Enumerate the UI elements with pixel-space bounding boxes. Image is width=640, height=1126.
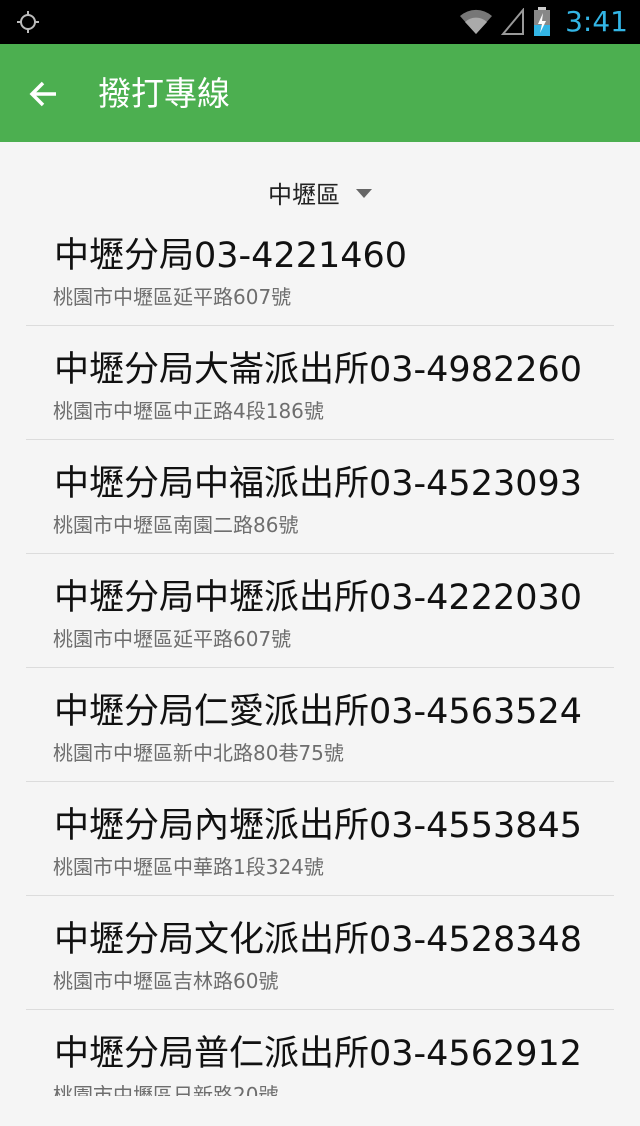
wifi-icon bbox=[460, 9, 493, 35]
station-address: 桃園市中壢區新中北路80巷75號 bbox=[53, 741, 344, 765]
list-item[interactable]: 中壢分局中福派出所03-4523093 桃園市中壢區南園二路86號 bbox=[26, 440, 614, 554]
list-item[interactable]: 中壢分局文化派出所03-4528348 桃園市中壢區吉林路60號 bbox=[26, 896, 614, 1010]
page-title: 撥打專線 bbox=[98, 74, 230, 113]
station-title: 中壢分局普仁派出所03-4562912 bbox=[54, 1034, 583, 1074]
station-title: 中壢分局仁愛派出所03-4563524 bbox=[54, 692, 583, 732]
station-address: 桃園市中壢區延平路607號 bbox=[53, 627, 292, 651]
station-title: 中壢分局03-4221460 bbox=[54, 236, 408, 276]
list-item[interactable]: 中壢分局內壢派出所03-4553845 桃園市中壢區中華路1段324號 bbox=[26, 782, 614, 896]
list-item[interactable]: 中壢分局仁愛派出所03-4563524 桃園市中壢區新中北路80巷75號 bbox=[26, 668, 614, 782]
station-title: 中壢分局中壢派出所03-4222030 bbox=[54, 578, 583, 618]
list-item[interactable]: 中壢分局03-4221460 桃園市中壢區延平路607號 bbox=[26, 212, 614, 326]
station-address: 桃園市中壢區延平路607號 bbox=[53, 285, 292, 309]
arrow-back-icon[interactable] bbox=[28, 78, 60, 110]
list-item[interactable]: 中壢分局普仁派出所03-4562912 桃園市中壢區日新路20號 bbox=[26, 1010, 614, 1096]
list-item[interactable]: 中壢分局中壢派出所03-4222030 桃園市中壢區延平路607號 bbox=[26, 554, 614, 668]
app-bar: 撥打專線 bbox=[0, 44, 640, 142]
station-address: 桃園市中壢區日新路20號 bbox=[53, 1083, 279, 1096]
station-list[interactable]: 中壢分局03-4221460 桃園市中壢區延平路607號 中壢分局大崙派出所03… bbox=[26, 212, 614, 1096]
battery-charging-icon bbox=[534, 7, 551, 36]
district-selected-label: 中壢區 bbox=[268, 180, 340, 209]
station-address: 桃園市中壢區南園二路86號 bbox=[53, 513, 299, 537]
station-address: 桃園市中壢區中華路1段324號 bbox=[53, 855, 324, 879]
station-address: 桃園市中壢區中正路4段186號 bbox=[53, 399, 324, 423]
list-item[interactable]: 中壢分局大崙派出所03-4982260 桃園市中壢區中正路4段186號 bbox=[26, 326, 614, 440]
status-bar: 3:41 bbox=[0, 0, 640, 44]
station-address: 桃園市中壢區吉林路60號 bbox=[53, 969, 279, 993]
station-title: 中壢分局文化派出所03-4528348 bbox=[54, 920, 583, 960]
district-dropdown[interactable]: 中壢區 bbox=[0, 170, 640, 214]
station-title: 中壢分局大崙派出所03-4982260 bbox=[54, 350, 583, 390]
status-time: 3:41 bbox=[565, 5, 628, 38]
dropdown-arrow-icon bbox=[356, 188, 372, 198]
station-title: 中壢分局內壢派出所03-4553845 bbox=[54, 806, 583, 846]
signal-icon bbox=[501, 8, 525, 35]
gps-icon bbox=[17, 11, 39, 33]
station-title: 中壢分局中福派出所03-4523093 bbox=[54, 464, 583, 504]
